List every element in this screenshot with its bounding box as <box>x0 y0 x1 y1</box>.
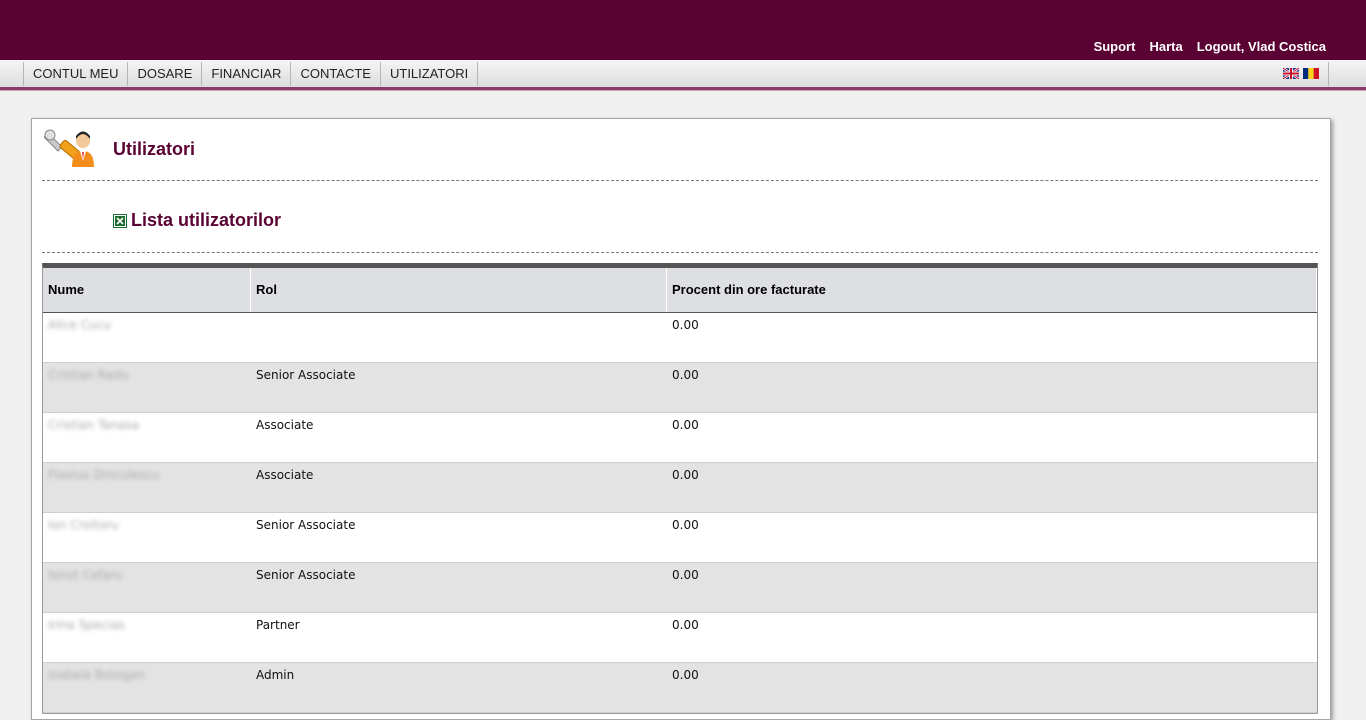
nav-item-contacte[interactable]: CONTACTE <box>291 62 381 86</box>
users-tools-icon <box>44 129 94 167</box>
column-header-nume[interactable]: Nume <box>43 268 251 312</box>
page-title: Utilizatori <box>113 139 196 159</box>
user-name[interactable]: Cristian Radu <box>43 363 251 412</box>
table-row[interactable]: Irina Specias Partner 0.00 <box>43 613 1317 663</box>
user-role: Admin <box>256 668 295 682</box>
main-nav: CONTUL MEU DOSARE FINANCIAR CONTACTE UTI… <box>23 62 479 86</box>
user-role: Senior Associate <box>256 568 356 582</box>
user-role <box>251 313 667 362</box>
user-role: Senior Associate <box>256 518 356 532</box>
top-banner: Suport Harta Logout, Vlad Costica <box>0 0 1366 60</box>
nav-item-utilizatori[interactable]: UTILIZATORI <box>381 62 479 86</box>
user-percent: 0.00 <box>672 418 699 432</box>
sitemap-link[interactable]: Harta <box>1149 39 1182 54</box>
nav-item-financiar[interactable]: FINANCIAR <box>202 62 292 86</box>
nav-item-dosare[interactable]: DOSARE <box>128 62 203 86</box>
content-panel: Utilizatori Lista utilizatorilor Nume Ro… <box>31 118 1331 720</box>
user-name[interactable]: Flavius Dinculescu <box>43 463 251 512</box>
divider <box>42 252 1318 253</box>
user-name[interactable]: Alice Cucu <box>43 313 251 362</box>
user-name[interactable]: Izabela Botogan <box>43 663 251 712</box>
support-link[interactable]: Suport <box>1094 39 1136 54</box>
table-row[interactable]: Ionut Cefaru Senior Associate 0.00 <box>43 563 1317 613</box>
user-percent: 0.00 <box>672 368 699 382</box>
user-name[interactable]: Irina Specias <box>43 613 251 662</box>
table-row[interactable]: Flavius Dinculescu Associate 0.00 <box>43 463 1317 513</box>
user-percent: 0.00 <box>672 468 699 482</box>
column-header-rol[interactable]: Rol <box>251 268 667 312</box>
language-switcher <box>1283 68 1319 79</box>
users-table: Nume Rol Procent din ore facturate Alice… <box>42 263 1318 714</box>
table-row[interactable]: Alice Cucu 0.00 <box>43 313 1317 363</box>
user-role: Senior Associate <box>256 368 356 382</box>
user-percent: 0.00 <box>672 568 699 582</box>
nav-item-contul-meu[interactable]: CONTUL MEU <box>24 62 129 86</box>
user-percent: 0.00 <box>672 318 699 332</box>
user-percent: 0.00 <box>672 618 699 632</box>
user-percent: 0.00 <box>672 518 699 532</box>
table-row[interactable]: Ion Croitoru Senior Associate 0.00 <box>43 513 1317 563</box>
romania-flag-icon[interactable] <box>1303 68 1319 79</box>
column-header-procent[interactable]: Procent din ore facturate <box>667 268 1317 312</box>
user-name[interactable]: Ion Croitoru <box>43 513 251 562</box>
table-row[interactable]: Cristian Radu Senior Associate 0.00 <box>43 363 1317 413</box>
excel-export-icon[interactable] <box>113 214 127 228</box>
user-role: Associate <box>256 418 314 432</box>
table-row[interactable]: Izabela Botogan Admin 0.00 <box>43 663 1317 713</box>
table-row[interactable]: Cristian Tanasa Associate 0.00 <box>43 413 1317 463</box>
uk-flag-icon[interactable] <box>1283 68 1299 79</box>
user-role: Partner <box>256 618 300 632</box>
user-name[interactable]: Cristian Tanasa <box>43 413 251 462</box>
user-percent: 0.00 <box>672 668 699 682</box>
user-role: Associate <box>256 468 314 482</box>
table-header: Nume Rol Procent din ore facturate <box>43 268 1317 313</box>
nav-underline <box>0 87 1366 91</box>
user-name[interactable]: Ionut Cefaru <box>43 563 251 612</box>
header-links: Suport Harta Logout, Vlad Costica <box>1094 39 1326 54</box>
section-title: Lista utilizatorilor <box>131 210 282 230</box>
nav-separator <box>1328 62 1329 86</box>
divider <box>42 180 1318 181</box>
logout-link[interactable]: Logout, Vlad Costica <box>1197 39 1326 54</box>
